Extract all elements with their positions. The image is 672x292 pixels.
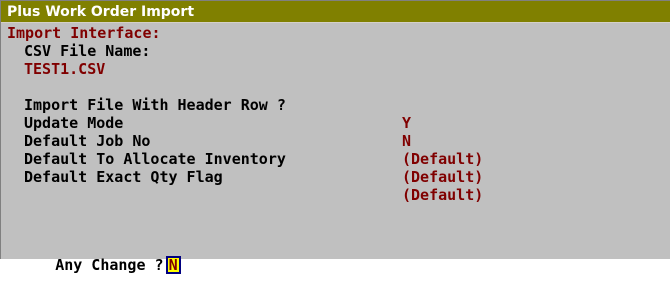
change-prompt: Any Change ? N [1,238,181,274]
allocate-inventory-value[interactable]: (Default) [402,168,483,186]
field-row: Default Exact Qty Flag (Default) [1,150,670,204]
field-row: Update Mode N [1,96,670,150]
field-row: Import File With Header Row ? Y [1,78,670,132]
terminal-screen: Import Interface: CSV File Name: TEST1.C… [1,24,670,274]
window-title: Plus Work Order Import [1,1,670,23]
csv-file-value[interactable]: TEST1.CSV [24,60,105,78]
change-prompt-input[interactable]: N [165,256,181,274]
csv-file-label: CSV File Name: [24,42,151,60]
field-row: Default To Allocate Inventory (Default) [1,132,670,186]
field-row: Default Job No (Default) [1,114,670,168]
change-prompt-label: Any Change ? [55,256,164,274]
field-label: Default Exact Qty Flag [24,168,223,186]
section-heading: Import Interface: [7,24,161,42]
exact-qty-flag-value[interactable]: (Default) [402,186,483,204]
import-window: Plus Work Order Import Import Interface:… [0,0,670,274]
